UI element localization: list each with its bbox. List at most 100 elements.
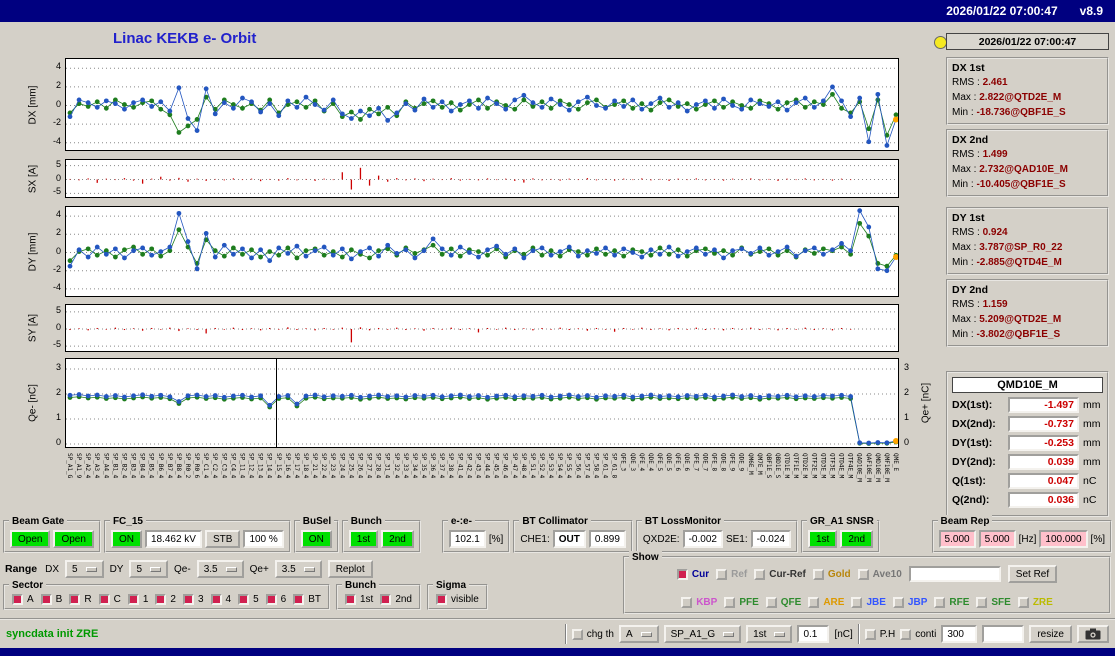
qxd2e-label: QXD2E: [642,533,680,545]
range-dy-select[interactable]: 5 [129,560,169,578]
group-title: GR_A1 SNSR [807,515,877,528]
fc15-stb-button[interactable]: STB [204,530,241,548]
sector-c-checkbox[interactable]: C [98,594,121,605]
plot-canvas-sy[interactable] [65,304,899,352]
ee-ratio-field: 102.1 [448,530,486,548]
show-zre-checkbox[interactable]: ZRE [1017,597,1053,608]
sigma-visible-checkbox[interactable]: visible [436,594,479,605]
show-jbe-checkbox[interactable]: JBE [851,597,886,608]
show-cur-checkbox[interactable]: Cur [676,568,709,580]
beam-gate-group: Beam Gate Open Open [3,515,101,553]
probe-unit: mm [1083,437,1101,449]
bunch-select-2nd-checkbox[interactable]: 2nd [380,594,412,605]
replot-button[interactable]: Replot [327,560,373,578]
sector-6-checkbox[interactable]: 6 [265,594,286,605]
interval-field[interactable] [941,625,978,643]
x-axis-label: QTF4E_M [846,453,854,479]
sector-group: Sector A B R C 1 2 3 4 5 6 BT [3,579,330,610]
ref-name-input[interactable] [908,566,1001,582]
show-kbp-checkbox[interactable]: KBP [681,597,717,608]
chg-th-checkbox[interactable]: chg th [571,628,614,640]
x-axis-label: QTD3E_M [819,453,827,479]
sector-2-checkbox[interactable]: 2 [155,594,176,605]
se1-value-field: -0.024 [750,530,791,548]
checkbox-label: Ave10 [872,568,902,580]
show-ref-checkbox[interactable]: Ref [716,568,747,580]
x-axis-label: SP_54_4 [556,453,564,479]
beam-gate-open-button-2[interactable]: Open [53,530,94,548]
threshold-bunch-select[interactable]: 1st [746,625,793,643]
aux-field[interactable] [982,625,1025,643]
sector-b-checkbox[interactable]: B [40,594,62,605]
range-qe-plus-select[interactable]: 3.5 [274,560,322,578]
x-axis-label: SP_C1_4 [202,453,210,479]
gr-a1-1st-button[interactable]: 1st [808,530,838,548]
plot-canvas-sx[interactable] [65,159,899,198]
bunch-2nd-button[interactable]: 2nd [381,530,414,548]
resize-button[interactable]: resize [1029,625,1072,643]
busel-on-button[interactable]: ON [300,530,332,548]
beam-rep-rate1-field: 5.000 [938,530,976,548]
threshold-value-field[interactable] [797,625,830,643]
camera-button[interactable] [1077,625,1109,643]
show-group: Show Cur Ref Cur-Ref Gold Ave10 Set Ref KBP PF… [623,551,1111,614]
show-pfe-checkbox[interactable]: PFE [724,597,759,608]
x-axis-label: SP_B4_4 [138,453,146,479]
percent-unit-label: [%] [488,533,504,545]
probe-row: DX(2nd): -0.737 mm [952,416,1103,432]
show-gold-checkbox[interactable]: Gold [812,568,851,580]
show-jbp-checkbox[interactable]: JBP [892,597,927,608]
checkbox-box [182,594,194,605]
sector-5-checkbox[interactable]: 5 [238,594,259,605]
sector-a-checkbox[interactable]: A [12,594,34,605]
threshold-device-select[interactable]: SP_A1_G [663,625,742,643]
fc15-on-button[interactable]: ON [110,530,142,548]
x-axis-label: SP_51_4 [528,453,536,479]
bunch-select-1st-checkbox[interactable]: 1st [344,594,373,605]
checkbox-label: JBE [866,597,886,608]
bunch-1st-button[interactable]: 1st [348,530,379,548]
x-axis-label: SP_B2_4 [120,453,128,479]
x-axis-label: QFE_4 [637,453,645,472]
x-axis-label: SP_15_4 [274,453,282,479]
checkbox-box [265,594,277,605]
stat-value: 3.787@SP_R0_22 [979,242,1063,253]
probe-title: QMD10E_M [952,377,1103,393]
show-sfe-checkbox[interactable]: SFE [976,597,1011,608]
checkbox-box [98,594,110,605]
plot-canvas-dy[interactable] [65,206,899,297]
tick-label: 2 [55,387,61,397]
show-are-checkbox[interactable]: ARE [808,597,844,608]
threshold-sector-select[interactable]: A [618,625,659,643]
gr-a1-2nd-button[interactable]: 2nd [840,530,874,548]
x-axis-label: SP_A1_9 [75,453,83,479]
conti-checkbox[interactable]: conti [900,628,936,640]
stat-line: Max : 5.209@QTD2E_M [952,312,1103,327]
show-cur-ref-checkbox[interactable]: Cur-Ref [754,568,806,580]
probe-unit: mm [1083,456,1101,468]
plot-canvas-dx[interactable] [65,58,899,151]
ph-checkbox[interactable]: P.H [864,628,895,640]
show-rfe-checkbox[interactable]: RFE [934,597,969,608]
plot-canvas-qe[interactable] [65,358,899,448]
set-ref-button[interactable]: Set Ref [1007,565,1058,583]
probe-value: -1.497 [1008,397,1079,413]
x-axis-label: SP_24_4 [338,453,346,479]
range-qe-minus-select[interactable]: 3.5 [196,560,244,578]
probe-value: 0.047 [1008,473,1079,489]
beam-gate-open-button-1[interactable]: Open [10,530,51,548]
range-dx-select[interactable]: 5 [65,560,104,578]
sector-1-checkbox[interactable]: 1 [127,594,148,605]
x-axis-label: SP_17_4 [292,453,300,479]
show-ave10-checkbox[interactable]: Ave10 [857,568,902,580]
sector-bt-checkbox[interactable]: BT [293,594,321,605]
sector-3-checkbox[interactable]: 3 [182,594,204,605]
plot-dy: DY [mm] 4 2 0 -2 -4 [0,206,944,297]
x-axis-label: SP_C2_4 [211,453,219,479]
show-qfe-checkbox[interactable]: QFE [765,597,801,608]
sector-4-checkbox[interactable]: 4 [210,594,231,605]
x-axis-label: SP_13_4 [256,453,264,479]
sector-r-checkbox[interactable]: R [69,594,92,605]
stat-value: -10.405@QBF1E_S [976,179,1066,190]
x-axis-label: QBD1E_S [774,453,781,479]
